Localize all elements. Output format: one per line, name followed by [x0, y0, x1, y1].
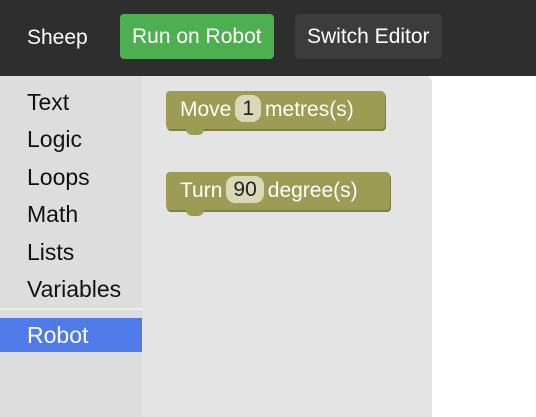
- turn-block-label: Turn: [180, 179, 223, 202]
- turn-angle-field[interactable]: 90: [226, 175, 264, 203]
- move-distance-field[interactable]: 1: [235, 94, 262, 122]
- move-block-unit: metres(s): [265, 98, 354, 121]
- category-loops[interactable]: Loops: [0, 160, 142, 194]
- move-block-label: Move: [180, 98, 232, 121]
- category-separator: [0, 308, 142, 310]
- category-logic[interactable]: Logic: [0, 122, 142, 156]
- app-brand[interactable]: Sheep: [27, 24, 88, 52]
- move-block[interactable]: Move 1 metres(s): [166, 91, 385, 135]
- switch-editor-button[interactable]: Switch Editor: [295, 14, 442, 59]
- category-variables[interactable]: Variables: [0, 272, 142, 306]
- run-on-robot-button[interactable]: Run on Robot: [120, 14, 274, 59]
- top-navbar: Sheep Run on Robot Switch Editor: [0, 0, 536, 76]
- category-robot[interactable]: Robot: [0, 318, 142, 352]
- category-text[interactable]: Text: [0, 85, 142, 119]
- turn-block-unit: degree(s): [267, 179, 358, 202]
- turn-block[interactable]: Turn 90 degree(s): [166, 172, 390, 216]
- category-math[interactable]: Math: [0, 197, 142, 231]
- category-lists[interactable]: Lists: [0, 235, 142, 269]
- block-toolbox: Text Logic Loops Math Lists Variables Ro…: [0, 76, 142, 417]
